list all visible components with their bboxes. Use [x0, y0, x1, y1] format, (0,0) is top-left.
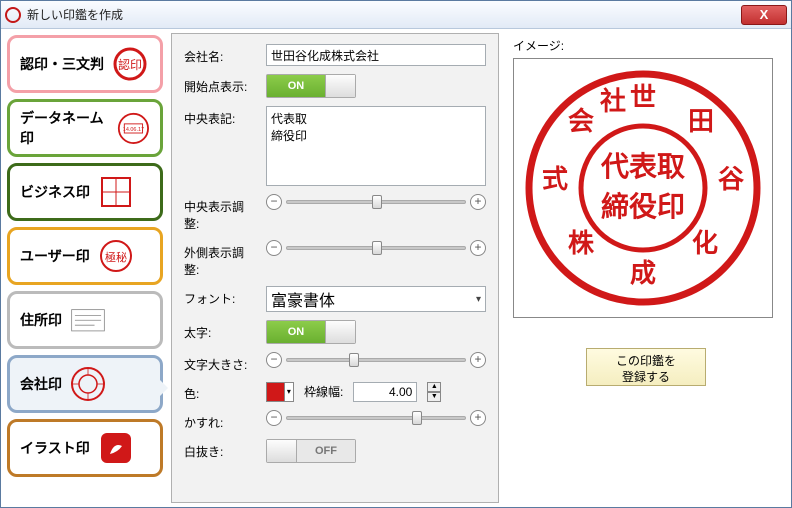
svg-text:谷: 谷	[718, 164, 745, 194]
stamp-thumb-icon	[70, 366, 106, 402]
plus-icon[interactable]: +	[470, 352, 486, 368]
company-input[interactable]	[266, 44, 486, 66]
svg-text:世: 世	[630, 82, 656, 112]
svg-text:14.06.17: 14.06.17	[123, 127, 144, 133]
startpoint-toggle[interactable]: ON	[266, 74, 356, 98]
stamp-type-mitomein[interactable]: 認印・三文判 認印	[7, 35, 163, 93]
stamp-type-business[interactable]: ビジネス印	[7, 163, 163, 221]
blur-label: かすれ:	[184, 410, 256, 431]
border-width-input[interactable]	[353, 382, 417, 402]
settings-panel: 会社名: 開始点表示: ON 中央表記: 中央表示調整: − +	[171, 33, 499, 503]
blur-slider[interactable]: − +	[266, 410, 486, 426]
minus-icon[interactable]: −	[266, 352, 282, 368]
stamp-type-illust[interactable]: イラスト印	[7, 419, 163, 477]
company-label: 会社名:	[184, 44, 256, 65]
stamp-thumb-icon	[98, 174, 134, 210]
preview-image: 代表取 締役印 世 田 谷 化 成 株 式 会 社	[513, 58, 773, 318]
stamp-thumb-icon: 認印	[112, 46, 148, 82]
app-window: 新しい印鑑を作成 X 認印・三文判 認印 データネーム印 14.06.17 ビジ…	[0, 0, 792, 508]
color-picker[interactable]: ▾	[266, 382, 294, 402]
plus-icon[interactable]: +	[470, 240, 486, 256]
minus-icon[interactable]: −	[266, 410, 282, 426]
svg-text:社: 社	[600, 86, 626, 116]
size-slider[interactable]: − +	[266, 352, 486, 368]
svg-text:式: 式	[542, 164, 568, 194]
plus-icon[interactable]: +	[470, 194, 486, 210]
window-title: 新しい印鑑を作成	[27, 6, 123, 23]
register-button[interactable]: この印鑑を 登録する	[586, 348, 706, 386]
font-label: フォント:	[184, 286, 256, 307]
outer-adjust-label: 外側表示調整:	[184, 240, 256, 278]
border-label: 枠線幅:	[304, 383, 343, 400]
punch-toggle[interactable]: OFF	[266, 439, 356, 463]
center-text-label: 中央表記:	[184, 106, 256, 127]
bold-label: 太字:	[184, 320, 256, 341]
plus-icon[interactable]: +	[470, 410, 486, 426]
font-select[interactable]: 富豪書体 ▾	[266, 286, 486, 312]
outer-adjust-slider[interactable]: − +	[266, 240, 486, 256]
stamp-type-user[interactable]: ユーザー印 極秘	[7, 227, 163, 285]
center-adjust-label: 中央表示調整:	[184, 194, 256, 232]
bold-toggle[interactable]: ON	[266, 320, 356, 344]
stamp-thumb-icon: 極秘	[98, 238, 134, 274]
titlebar: 新しい印鑑を作成 X	[1, 1, 791, 29]
svg-text:代表取: 代表取	[600, 151, 685, 182]
stamp-thumb-icon	[98, 430, 134, 466]
startpoint-label: 開始点表示:	[184, 74, 256, 95]
svg-text:成: 成	[630, 258, 656, 288]
svg-text:会: 会	[568, 106, 594, 136]
svg-text:株: 株	[568, 228, 595, 258]
size-label: 文字大きさ:	[184, 352, 256, 373]
svg-text:化: 化	[692, 228, 718, 258]
stamp-thumb-icon	[70, 302, 106, 338]
stamp-thumb-icon: 14.06.17	[117, 110, 150, 146]
color-label: 色:	[184, 381, 256, 402]
svg-text:田: 田	[688, 106, 714, 136]
center-adjust-slider[interactable]: − +	[266, 194, 486, 210]
close-button[interactable]: X	[741, 5, 787, 25]
sidebar: 認印・三文判 認印 データネーム印 14.06.17 ビジネス印 ユーザー印 極…	[5, 33, 165, 503]
minus-icon[interactable]: −	[266, 194, 282, 210]
svg-text:極秘: 極秘	[105, 250, 127, 264]
punch-label: 白抜き:	[184, 439, 256, 460]
svg-text:締役印: 締役印	[601, 190, 685, 222]
stamp-type-company[interactable]: 会社印	[7, 355, 163, 413]
preview-label: イメージ:	[513, 37, 779, 54]
svg-text:認印: 認印	[118, 57, 142, 72]
minus-icon[interactable]: −	[266, 240, 282, 256]
stamp-type-dataname[interactable]: データネーム印 14.06.17	[7, 99, 163, 157]
app-icon	[5, 7, 21, 23]
center-text-input[interactable]	[266, 106, 486, 186]
preview-panel: イメージ: 代表取 締役印 世 田 谷 化 成 株	[505, 33, 787, 503]
border-spinner[interactable]: ▲▼	[427, 382, 441, 402]
stamp-type-address[interactable]: 住所印	[7, 291, 163, 349]
chevron-down-icon: ▾	[476, 294, 481, 305]
